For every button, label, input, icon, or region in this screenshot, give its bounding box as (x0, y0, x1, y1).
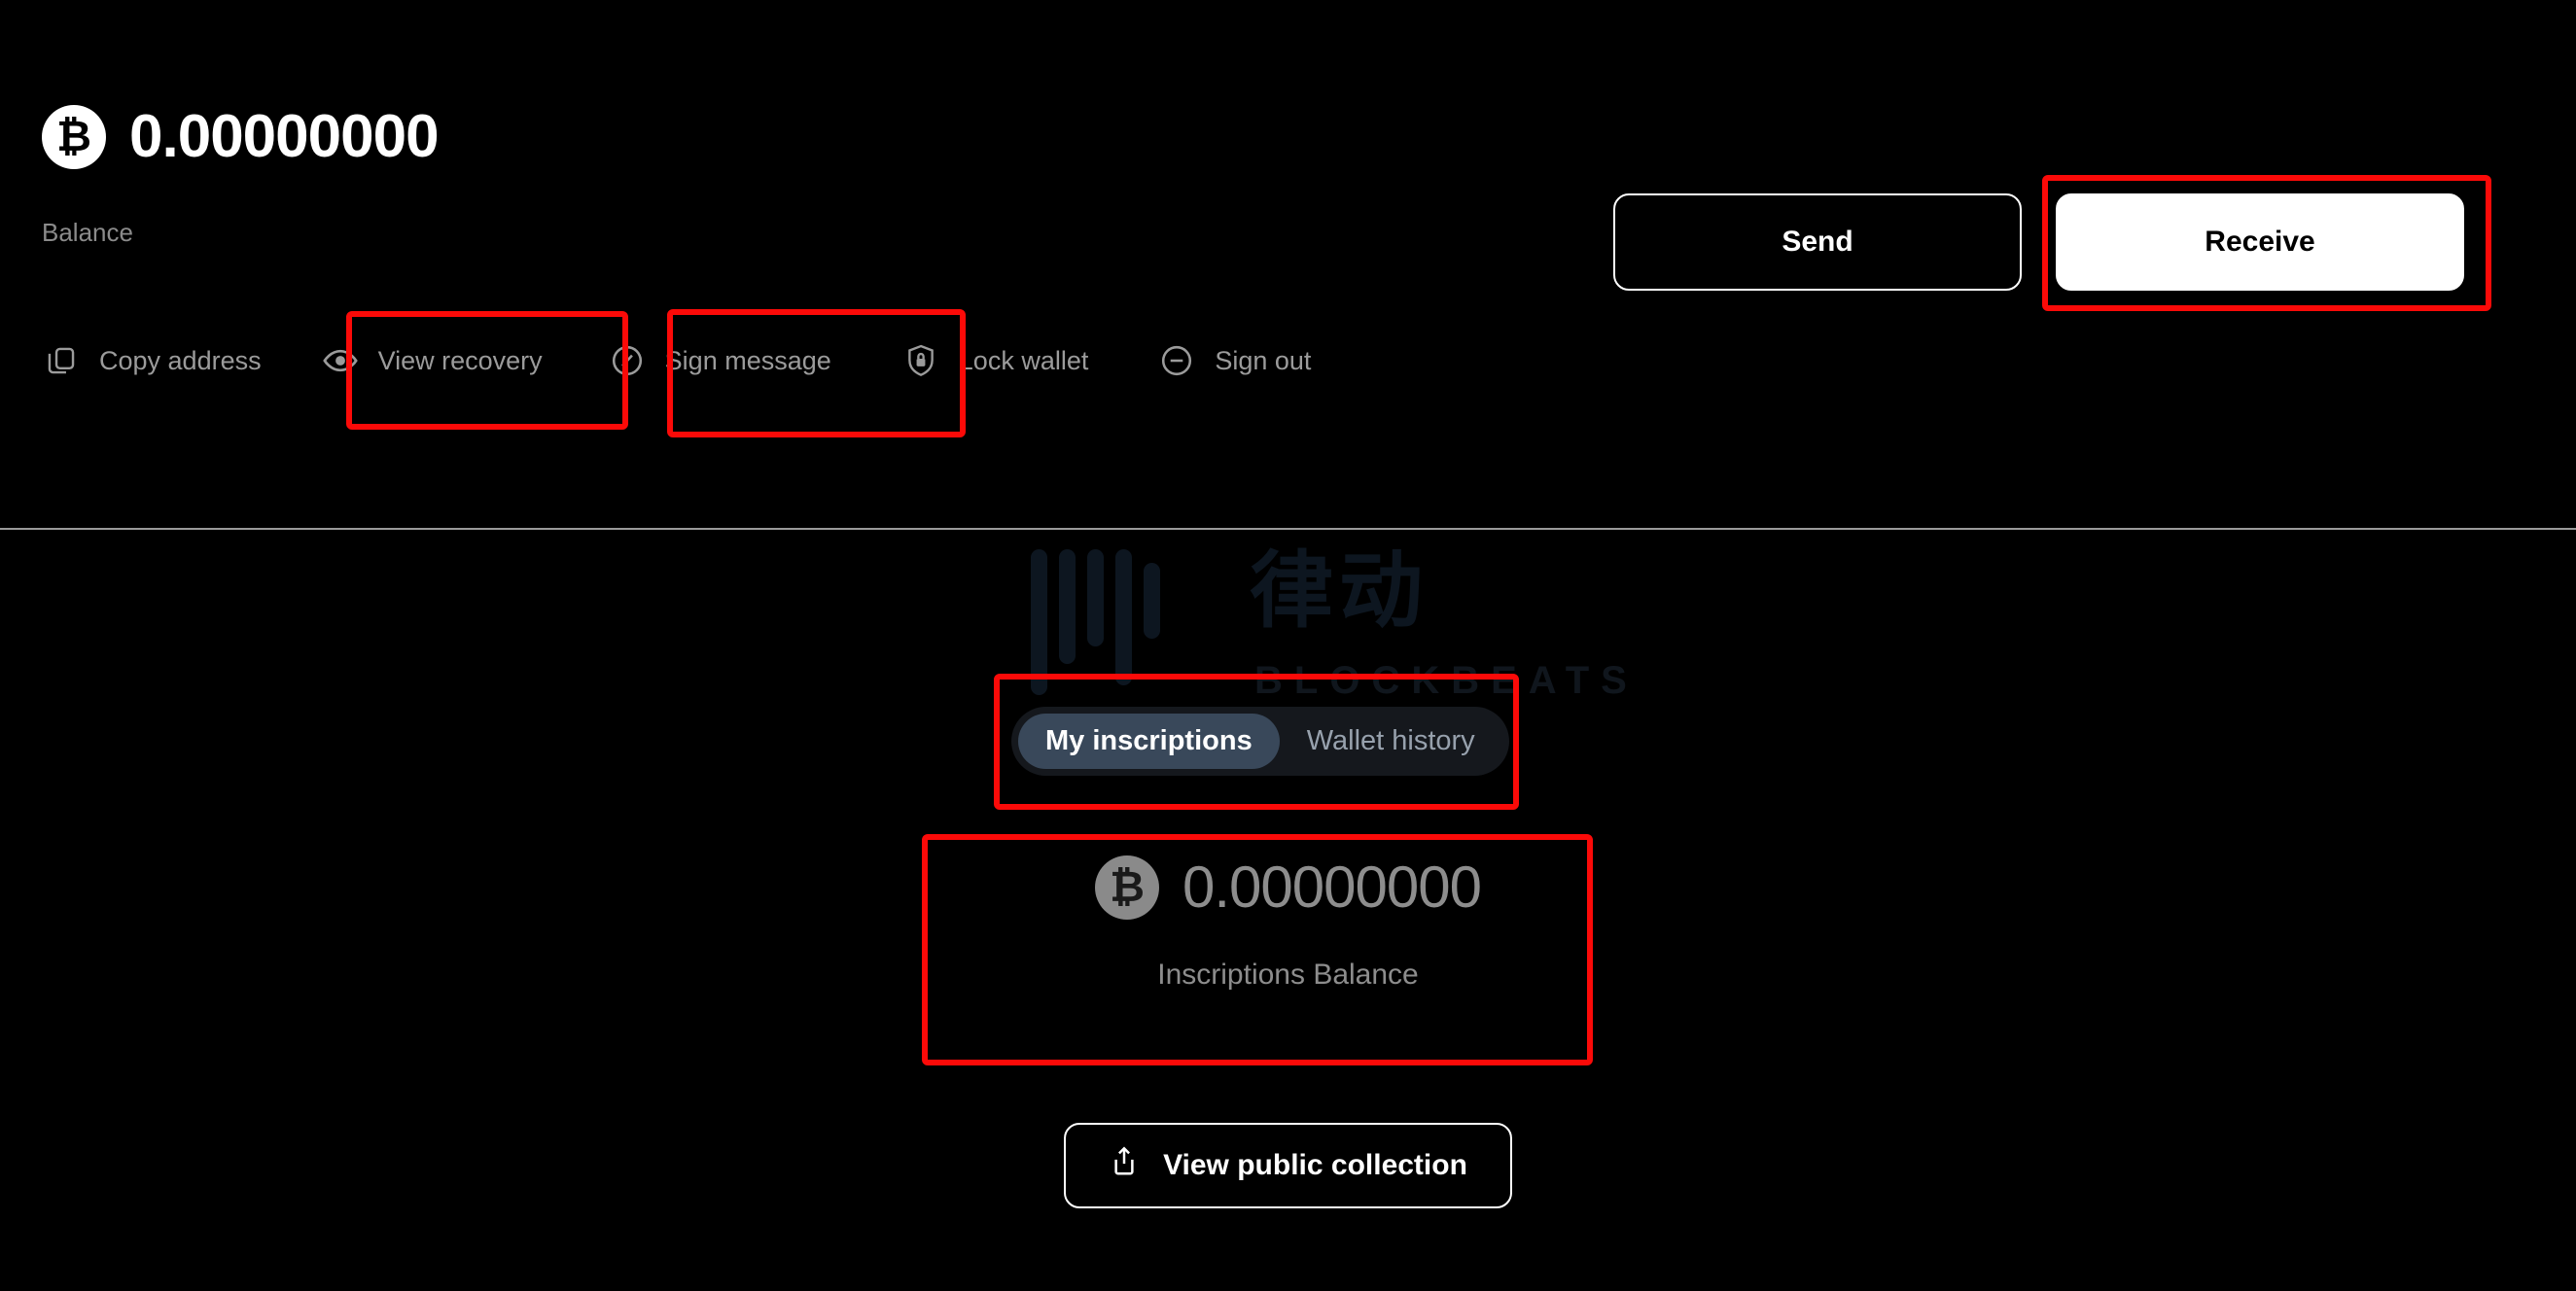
wallet-action-links: Copy address View recovery Sign message (43, 342, 1311, 379)
copy-address-action[interactable]: Copy address (43, 342, 262, 379)
lock-wallet-label: Lock wallet (958, 345, 1089, 375)
tab-bar: My inscriptions Wallet history (1011, 707, 1509, 776)
tab-my-inscriptions[interactable]: My inscriptions (1018, 714, 1280, 769)
inscriptions-balance-label: Inscriptions Balance (1157, 959, 1419, 991)
inscriptions-tabs: My inscriptions Wallet history (1011, 707, 1509, 776)
sign-message-label: Sign message (664, 345, 831, 375)
view-public-collection-label: View public collection (1163, 1149, 1467, 1181)
view-recovery-action[interactable]: View recovery (322, 342, 543, 379)
wallet-page: ₿ 0.00000000 Balance Send Receive Copy a… (0, 0, 2576, 1291)
sign-pen-circle-icon (609, 342, 646, 379)
blockbeats-watermark: 律动 BLOCKBEATS (1011, 540, 1627, 715)
share-export-icon (1109, 1145, 1140, 1186)
balance-label: Balance (42, 218, 133, 247)
balance-amount: 0.00000000 (129, 103, 440, 170)
watermark-text: 律动 (1250, 542, 1429, 640)
tab-wallet-history[interactable]: Wallet history (1280, 714, 1502, 769)
bitcoin-icon: ₿ (42, 105, 106, 169)
inscriptions-amount-row: ₿ 0.00000000 (1095, 855, 1482, 920)
eye-icon (322, 342, 359, 379)
view-recovery-label: View recovery (377, 345, 543, 375)
sign-message-action[interactable]: Sign message (609, 342, 831, 379)
inscriptions-amount: 0.00000000 (1182, 855, 1482, 920)
wallet-actions: Send Receive (1613, 193, 2464, 291)
sign-out-action[interactable]: Sign out (1158, 342, 1311, 379)
public-collection-section: View public collection (0, 1123, 2576, 1208)
copy-icon (43, 342, 80, 379)
minus-circle-icon (1158, 342, 1195, 379)
receive-button[interactable]: Receive (2056, 193, 2464, 291)
lock-wallet-action[interactable]: Lock wallet (902, 342, 1089, 379)
bitcoin-icon: ₿ (1095, 855, 1159, 920)
send-button[interactable]: Send (1613, 193, 2022, 291)
sign-out-label: Sign out (1215, 345, 1312, 375)
view-public-collection-button[interactable]: View public collection (1064, 1123, 1512, 1208)
shield-lock-icon (902, 342, 939, 379)
inscriptions-balance-card: ₿ 0.00000000 Inscriptions Balance (0, 855, 2576, 992)
section-divider (0, 528, 2576, 530)
watermark-bars-icon (1031, 549, 1160, 695)
wallet-balance: ₿ 0.00000000 (42, 103, 440, 170)
watermark-subtitle: BLOCKBEATS (1254, 659, 1639, 702)
copy-address-label: Copy address (99, 345, 262, 375)
